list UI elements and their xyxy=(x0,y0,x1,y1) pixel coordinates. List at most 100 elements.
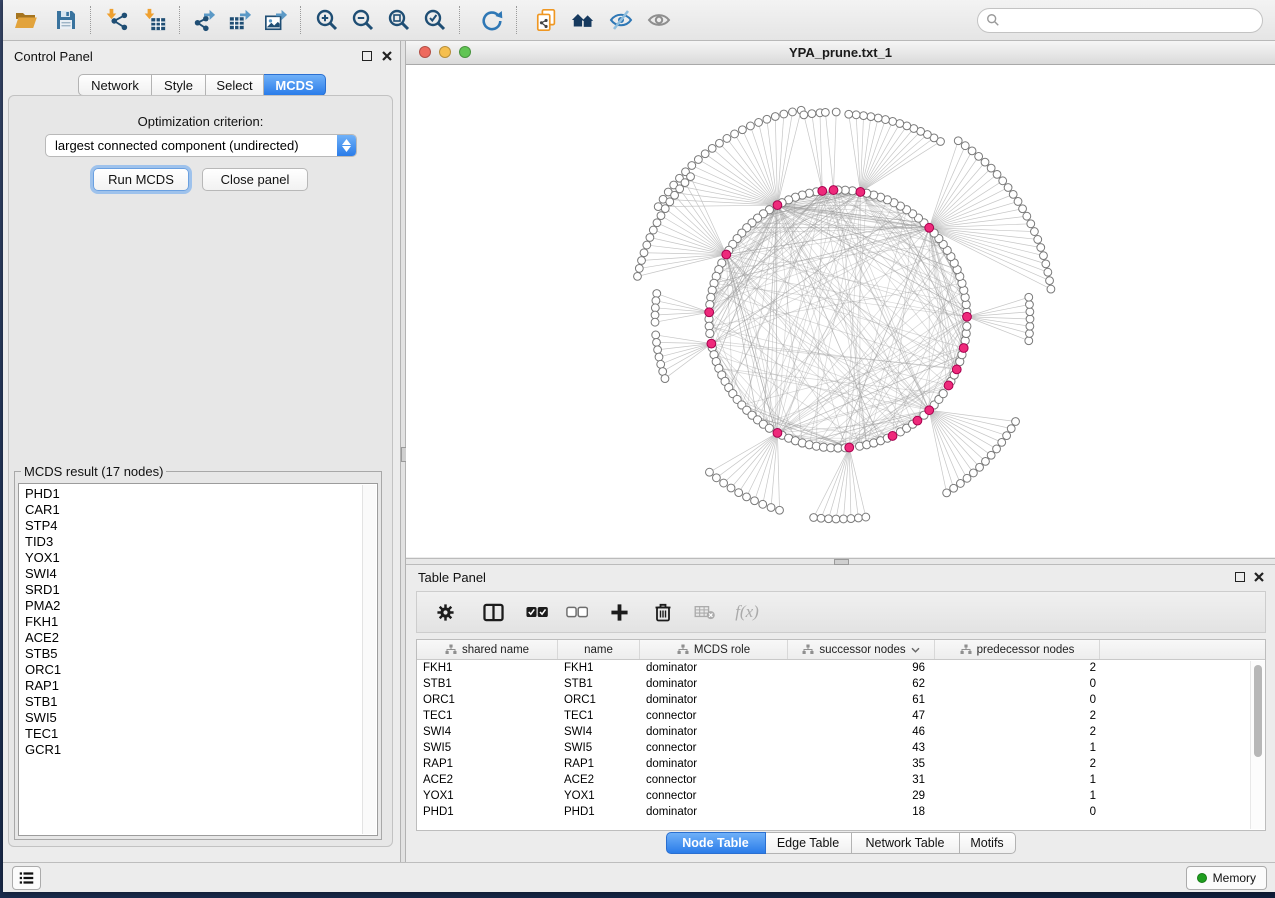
column-header-name[interactable]: name xyxy=(558,640,640,659)
gear-icon xyxy=(436,603,455,622)
mcds-result-item[interactable]: SWI5 xyxy=(25,710,363,726)
mcds-tab-pane: Optimization criterion: largest connecte… xyxy=(8,95,393,847)
mcds-result-item[interactable]: SWI4 xyxy=(25,566,363,582)
node-table: shared namenameMCDS rolesuccessor nodesp… xyxy=(416,639,1266,831)
table-scrollbar[interactable] xyxy=(1250,661,1265,829)
table-cell: RAP1 xyxy=(417,758,558,770)
table-row[interactable]: YOX1YOX1connector291 xyxy=(417,788,1265,804)
show-column-panel-button[interactable] xyxy=(479,598,507,626)
table-cell: 2 xyxy=(935,710,1100,722)
plus-icon xyxy=(610,603,629,622)
select-all-columns-button[interactable] xyxy=(523,598,551,626)
mcds-result-item[interactable]: PMA2 xyxy=(25,598,363,614)
mcds-result-item[interactable]: TID3 xyxy=(25,534,363,550)
table-scrollbar-thumb[interactable] xyxy=(1254,665,1262,757)
export-table-icon xyxy=(228,8,252,32)
import-table-button[interactable] xyxy=(140,5,170,35)
apply-layout-button[interactable] xyxy=(477,5,507,35)
mcds-result-item[interactable]: TEC1 xyxy=(25,726,363,742)
import-table-icon xyxy=(143,8,167,32)
table-panel-close-button[interactable] xyxy=(1253,571,1265,583)
table-row[interactable]: TEC1TEC1connector472 xyxy=(417,708,1265,724)
delete-table-button-disabled[interactable] xyxy=(691,598,719,626)
column-header-successor-nodes[interactable]: successor nodes xyxy=(788,640,935,659)
tab-network[interactable]: Network xyxy=(78,74,152,96)
task-history-button[interactable] xyxy=(12,866,41,890)
mcds-result-item[interactable]: FKH1 xyxy=(25,614,363,630)
zoom-out-button[interactable] xyxy=(348,5,378,35)
table-cell: SWI4 xyxy=(558,726,640,738)
table-row[interactable]: SWI5SWI5connector431 xyxy=(417,740,1265,756)
save-session-button[interactable] xyxy=(51,5,81,35)
mcds-result-item[interactable]: PHD1 xyxy=(25,486,363,502)
home-networks-button[interactable] xyxy=(568,5,598,35)
tab-motifs[interactable]: Motifs xyxy=(960,832,1016,854)
table-row[interactable]: PHD1PHD1dominator180 xyxy=(417,804,1265,820)
mcds-result-item[interactable]: GCR1 xyxy=(25,742,363,758)
mcds-buttons-row: Run MCDS Close panel xyxy=(9,168,392,191)
mcds-result-item[interactable]: RAP1 xyxy=(25,678,363,694)
zoom-in-button[interactable] xyxy=(312,5,342,35)
tab-select[interactable]: Select xyxy=(206,74,264,96)
table-row[interactable]: ACE2ACE2connector311 xyxy=(417,772,1265,788)
table-cell: 35 xyxy=(788,758,935,770)
mcds-result-item[interactable]: YOX1 xyxy=(25,550,363,566)
window-zoom-button[interactable] xyxy=(459,46,471,58)
mcds-result-item[interactable]: STB1 xyxy=(25,694,363,710)
tab-node-table[interactable]: Node Table xyxy=(666,832,766,854)
delete-column-button[interactable] xyxy=(649,598,677,626)
hide-graphics-button[interactable] xyxy=(606,5,636,35)
mcds-result-item[interactable]: ACE2 xyxy=(25,630,363,646)
table-row[interactable]: ORC1ORC1dominator610 xyxy=(417,692,1265,708)
node-table-header: shared namenameMCDS rolesuccessor nodesp… xyxy=(417,640,1265,660)
search-input[interactable] xyxy=(1005,12,1252,29)
zoom-selected-button[interactable] xyxy=(420,5,450,35)
clone-network-button[interactable] xyxy=(532,5,562,35)
table-panel-float-button[interactable] xyxy=(1235,572,1245,582)
export-table-button[interactable] xyxy=(225,5,255,35)
mcds-result-item[interactable]: CAR1 xyxy=(25,502,363,518)
table-cell: 2 xyxy=(935,726,1100,738)
table-row[interactable]: FKH1FKH1dominator962 xyxy=(417,660,1265,676)
table-cell: dominator xyxy=(640,726,788,738)
export-image-button[interactable] xyxy=(261,5,291,35)
table-row[interactable]: SWI4SWI4dominator462 xyxy=(417,724,1265,740)
result-list-scrollbar[interactable] xyxy=(362,485,376,834)
table-cell: 62 xyxy=(788,678,935,690)
unselect-all-columns-button[interactable] xyxy=(563,598,591,626)
function-builder-button-disabled[interactable]: f(x) xyxy=(731,596,763,628)
table-row[interactable]: STB1STB1dominator620 xyxy=(417,676,1265,692)
mcds-result-item[interactable]: STB5 xyxy=(25,646,363,662)
network-view-window: YPA_prune.txt_1 xyxy=(406,41,1275,558)
network-canvas[interactable] xyxy=(406,65,1275,557)
tab-network-table[interactable]: Network Table xyxy=(852,832,960,854)
export-network-button[interactable] xyxy=(189,5,219,35)
column-header-shared-name[interactable]: shared name xyxy=(417,640,558,659)
control-panel-float-button[interactable] xyxy=(362,51,372,61)
table-row[interactable]: RAP1RAP1dominator352 xyxy=(417,756,1265,772)
mcds-result-item[interactable]: ORC1 xyxy=(25,662,363,678)
create-column-button[interactable] xyxy=(605,598,633,626)
control-panel-close-button[interactable] xyxy=(381,50,393,62)
window-minimize-button[interactable] xyxy=(439,46,451,58)
network-graph[interactable] xyxy=(406,65,1275,557)
column-header-predecessor-nodes[interactable]: predecessor nodes xyxy=(935,640,1100,659)
optimization-criterion-select[interactable]: largest connected component (undirected) xyxy=(45,134,357,157)
tab-style[interactable]: Style xyxy=(152,74,206,96)
import-network-button[interactable] xyxy=(102,5,132,35)
table-settings-button[interactable] xyxy=(431,598,459,626)
open-file-button[interactable] xyxy=(11,5,41,35)
memory-button[interactable]: Memory xyxy=(1186,866,1267,890)
zoom-fit-button[interactable] xyxy=(384,5,414,35)
column-header-MCDS-role[interactable]: MCDS role xyxy=(640,640,788,659)
tab-edge-table[interactable]: Edge Table xyxy=(766,832,852,854)
close-panel-button[interactable]: Close panel xyxy=(202,168,308,191)
window-close-button[interactable] xyxy=(419,46,431,58)
mcds-result-item[interactable]: SRD1 xyxy=(25,582,363,598)
show-graphics-button[interactable] xyxy=(644,5,674,35)
horizontal-splitter[interactable] xyxy=(406,558,1275,565)
tab-mcds[interactable]: MCDS xyxy=(264,74,326,96)
task-list-icon xyxy=(19,870,34,886)
run-mcds-button[interactable]: Run MCDS xyxy=(93,168,189,191)
mcds-result-item[interactable]: STP4 xyxy=(25,518,363,534)
